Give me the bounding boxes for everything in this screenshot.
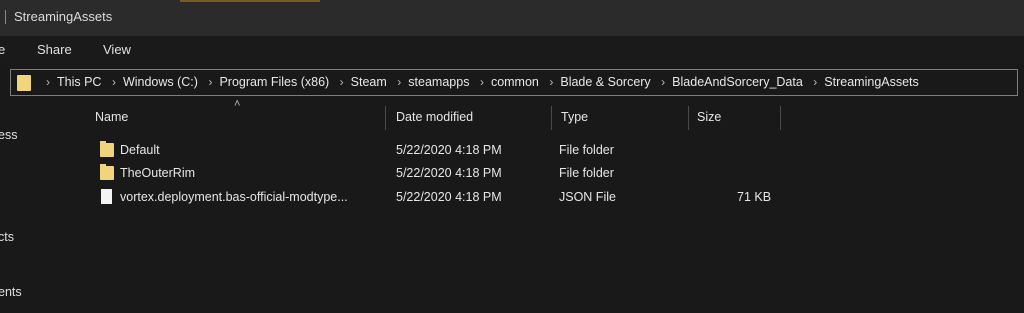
chevron-right-icon[interactable]: ›	[661, 75, 665, 89]
list-item[interactable]: vortex.deployment.bas-official-modtype..…	[96, 187, 856, 209]
folder-icon	[100, 164, 114, 180]
column-divider[interactable]	[688, 106, 689, 130]
breadcrumb-streamingassets[interactable]: StreamingAssets	[824, 75, 918, 89]
folder-icon	[17, 75, 31, 91]
column-divider[interactable]	[551, 106, 552, 130]
title-bar: StreamingAssets	[0, 0, 1024, 36]
nav-item-documents[interactable]: ents	[0, 285, 22, 299]
breadcrumb: › This PC › Windows (C:) › Program Files (x…	[39, 75, 919, 89]
list-item[interactable]: Default 5/22/2020 4:18 PM File folder	[96, 140, 856, 162]
chevron-right-icon[interactable]: ›	[340, 75, 344, 89]
file-size: 71 KB	[737, 190, 772, 204]
tab-share[interactable]: Share	[37, 42, 72, 57]
address-bar[interactable]: › This PC › Windows (C:) › Program Files (x…	[10, 69, 1018, 96]
breadcrumb-program-files-x86[interactable]: Program Files (x86)	[219, 75, 329, 89]
chevron-right-icon[interactable]: ›	[480, 75, 484, 89]
breadcrumb-this-pc[interactable]: This PC	[57, 75, 101, 89]
file-type: JSON File	[559, 190, 616, 204]
title-separator	[5, 10, 6, 24]
ribbon-tabs: e Share View	[0, 36, 1024, 64]
file-list: ˄ Name Date modified Type Size Default 5…	[76, 98, 1024, 313]
breadcrumb-steamapps[interactable]: steamapps	[408, 75, 469, 89]
column-header-type[interactable]: Type	[561, 110, 588, 124]
column-header-date-modified[interactable]: Date modified	[396, 110, 473, 124]
breadcrumb-windows-c[interactable]: Windows (C:)	[123, 75, 198, 89]
json-file-icon	[101, 189, 112, 204]
file-date-modified: 5/22/2020 4:18 PM	[396, 143, 502, 157]
file-type: File folder	[559, 166, 614, 180]
title-accent	[180, 0, 320, 2]
tab-home[interactable]: e	[0, 42, 5, 57]
chevron-right-icon[interactable]: ›	[813, 75, 817, 89]
column-header-name[interactable]: Name	[95, 110, 128, 124]
tab-view[interactable]: View	[103, 42, 131, 57]
file-date-modified: 5/22/2020 4:18 PM	[396, 166, 502, 180]
chevron-right-icon[interactable]: ›	[549, 75, 553, 89]
folder-icon	[100, 141, 114, 157]
chevron-right-icon[interactable]: ›	[397, 75, 401, 89]
breadcrumb-common[interactable]: common	[491, 75, 539, 89]
file-type: File folder	[559, 143, 614, 157]
nav-item-quick-access[interactable]: ess	[0, 128, 17, 142]
file-name: TheOuterRim	[120, 166, 196, 180]
window-title: StreamingAssets	[14, 9, 113, 24]
column-divider[interactable]	[780, 106, 781, 130]
breadcrumb-blade-and-sorcery[interactable]: Blade & Sorcery	[560, 75, 650, 89]
file-name: Default	[120, 143, 160, 157]
column-header-size[interactable]: Size	[697, 110, 721, 124]
list-item[interactable]: TheOuterRim 5/22/2020 4:18 PM File folde…	[96, 163, 856, 185]
nav-item-objects[interactable]: cts	[0, 230, 14, 244]
column-divider[interactable]	[385, 106, 386, 130]
chevron-right-icon[interactable]: ›	[46, 75, 50, 89]
chevron-right-icon[interactable]: ›	[112, 75, 116, 89]
file-date-modified: 5/22/2020 4:18 PM	[396, 190, 502, 204]
column-header-row: ˄ Name Date modified Type Size	[76, 98, 1024, 130]
navigation-pane: ess cts ents	[0, 100, 76, 313]
chevron-right-icon[interactable]: ›	[208, 75, 212, 89]
breadcrumb-steam[interactable]: Steam	[351, 75, 387, 89]
sort-ascending-icon: ˄	[234, 98, 241, 110]
breadcrumb-bladeandsorcery-data[interactable]: BladeAndSorcery_Data	[672, 75, 803, 89]
file-name: vortex.deployment.bas-official-modtype..…	[120, 190, 348, 204]
